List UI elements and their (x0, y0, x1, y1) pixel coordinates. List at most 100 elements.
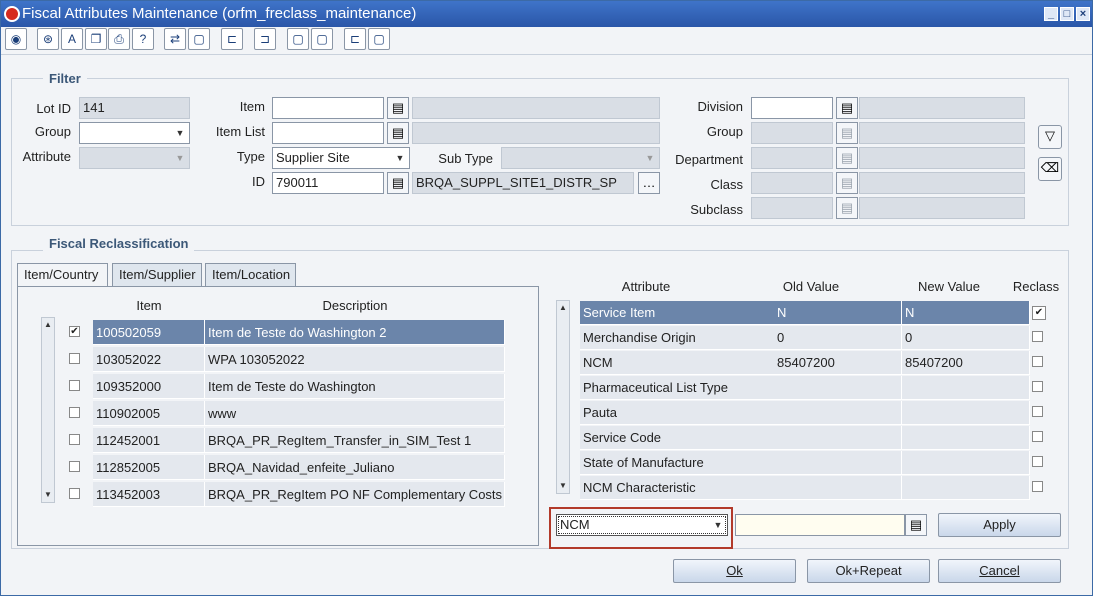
reclass-checkbox[interactable]: ✔ (1032, 306, 1046, 320)
item-cell[interactable]: 113452003 (93, 482, 205, 507)
row-checkbox[interactable] (69, 434, 80, 445)
old-value-cell[interactable] (774, 401, 902, 425)
type-select[interactable]: Supplier Site ▼ (272, 147, 410, 169)
item-scrollbar[interactable]: ▲ ▼ (41, 317, 55, 503)
reclass-checkbox[interactable] (1032, 381, 1043, 392)
row-checkbox[interactable] (69, 407, 80, 418)
maximize-icon[interactable]: □ (1060, 7, 1074, 21)
description-cell[interactable]: BRQA_PR_RegItem_Transfer_in_SIM_Test 1 (205, 428, 505, 453)
item-cell[interactable]: 103052022 (93, 347, 205, 372)
description-cell[interactable]: Item de Teste do Washington (205, 374, 505, 399)
new-value-cell[interactable] (902, 451, 1030, 475)
description-cell[interactable]: BRQA_Navidad_enfeite_Juliano (205, 455, 505, 480)
item-cell[interactable]: 112852005 (93, 455, 205, 480)
scroll-down-icon[interactable]: ▼ (557, 479, 569, 493)
apply-button[interactable]: Apply (938, 513, 1061, 537)
new-value-input[interactable] (735, 514, 905, 536)
minimize-icon[interactable]: _ (1044, 7, 1058, 21)
globe-icon[interactable]: ◉ (5, 28, 27, 50)
tab-item-location[interactable]: Item/Location (205, 263, 296, 287)
attribute-name-cell[interactable]: NCM Characteristic (580, 476, 775, 500)
row-checkbox[interactable] (69, 461, 80, 472)
division-label: Division (697, 99, 743, 114)
item-cell[interactable]: 110902005 (93, 401, 205, 426)
reclass-checkbox[interactable] (1032, 456, 1043, 467)
reclass-checkbox[interactable] (1032, 331, 1043, 342)
attribute-name-cell[interactable]: Pauta (580, 401, 775, 425)
item-lov-icon[interactable]: ▤ (387, 97, 409, 119)
tree-right-icon[interactable]: ⊐ (254, 28, 276, 50)
old-value-cell[interactable] (774, 376, 902, 400)
scroll-up-icon[interactable]: ▲ (42, 318, 54, 332)
comment-icon[interactable]: … (638, 172, 660, 194)
reclass-checkbox[interactable] (1032, 431, 1043, 442)
tree3-icon[interactable]: ⊏ (344, 28, 366, 50)
old-value-cell[interactable]: 0 (774, 326, 902, 350)
reclass-checkbox[interactable] (1032, 481, 1043, 492)
attribute-name-cell[interactable]: Merchandise Origin (580, 326, 775, 350)
row-checkbox[interactable]: ✔ (69, 326, 80, 337)
item-input[interactable] (272, 97, 384, 119)
description-cell[interactable]: WPA 103052022 (205, 347, 505, 372)
ok-button[interactable]: Ok (673, 559, 796, 583)
help-icon[interactable]: ⊛ (37, 28, 59, 50)
description-cell[interactable]: Item de Teste do Washington 2 (205, 320, 505, 345)
attribute-name-cell[interactable]: Service Item (580, 301, 775, 325)
doc2-icon[interactable]: ▢ (311, 28, 333, 50)
id-input[interactable]: 790011 (272, 172, 384, 194)
attribute-name-cell[interactable]: State of Manufacture (580, 451, 775, 475)
doc-icon[interactable]: ▢ (287, 28, 309, 50)
copy-icon[interactable]: ❐ (85, 28, 107, 50)
item-cell[interactable]: 100502059 (93, 320, 205, 345)
new-icon[interactable]: ▢ (188, 28, 210, 50)
old-value-cell[interactable] (774, 476, 902, 500)
row-checkbox[interactable] (69, 380, 80, 391)
old-value-cell[interactable]: N (774, 301, 902, 325)
new-value-cell[interactable] (902, 426, 1030, 450)
reclass-checkbox[interactable] (1032, 356, 1043, 367)
cancel-button[interactable]: Cancel (938, 559, 1061, 583)
spell-icon[interactable]: A (61, 28, 83, 50)
item-cell[interactable]: 112452001 (93, 428, 205, 453)
item-cell[interactable]: 109352000 (93, 374, 205, 399)
item-list-input[interactable] (272, 122, 384, 144)
item-list-lov-icon[interactable]: ▤ (387, 122, 409, 144)
ok-repeat-button[interactable]: Ok+Repeat (807, 559, 930, 583)
new-value-cell[interactable]: 0 (902, 326, 1030, 350)
tab-item-country[interactable]: Item/Country (17, 263, 108, 287)
attribute-name-cell[interactable]: Service Code (580, 426, 775, 450)
group-select[interactable]: ▼ (79, 122, 190, 144)
row-checkbox[interactable] (69, 353, 80, 364)
new-value-cell[interactable] (902, 401, 1030, 425)
eraser-icon[interactable]: ⌫ (1038, 157, 1062, 181)
doc3-icon[interactable]: ▢ (368, 28, 390, 50)
scroll-up-icon[interactable]: ▲ (557, 301, 569, 315)
attribute-name-cell[interactable]: Pharmaceutical List Type (580, 376, 775, 400)
old-value-cell[interactable]: 85407200 (774, 351, 902, 375)
reclass-checkbox[interactable] (1032, 406, 1043, 417)
division-lov-icon[interactable]: ▤ (836, 97, 858, 119)
export-icon[interactable]: ⇄ (164, 28, 186, 50)
description-cell[interactable]: BRQA_PR_RegItem PO NF Complementary Cost… (205, 482, 505, 507)
new-value-cell[interactable]: 85407200 (902, 351, 1030, 375)
old-value-cell[interactable] (774, 451, 902, 475)
division-input[interactable] (751, 97, 833, 119)
tree-left-icon[interactable]: ⊏ (221, 28, 243, 50)
attribute-select-dropdown[interactable]: NCM ▼ (556, 514, 728, 536)
id-lov-icon[interactable]: ▤ (387, 172, 409, 194)
description-cell[interactable]: www (205, 401, 505, 426)
new-value-cell[interactable]: N (902, 301, 1030, 325)
filter-icon[interactable]: ▽ (1038, 125, 1062, 149)
scroll-down-icon[interactable]: ▼ (42, 488, 54, 502)
new-value-cell[interactable] (902, 376, 1030, 400)
new-value-cell[interactable] (902, 476, 1030, 500)
close-icon[interactable]: × (1076, 7, 1090, 21)
new-value-lov-icon[interactable]: ▤ (905, 514, 927, 536)
tab-item-supplier[interactable]: Item/Supplier (112, 263, 202, 287)
old-value-cell[interactable] (774, 426, 902, 450)
row-checkbox[interactable] (69, 488, 80, 499)
print-icon[interactable]: ⎙ (108, 28, 130, 50)
attribute-name-cell[interactable]: NCM (580, 351, 775, 375)
attr-scrollbar[interactable]: ▲ ▼ (556, 300, 570, 494)
question-icon[interactable]: ? (132, 28, 154, 50)
